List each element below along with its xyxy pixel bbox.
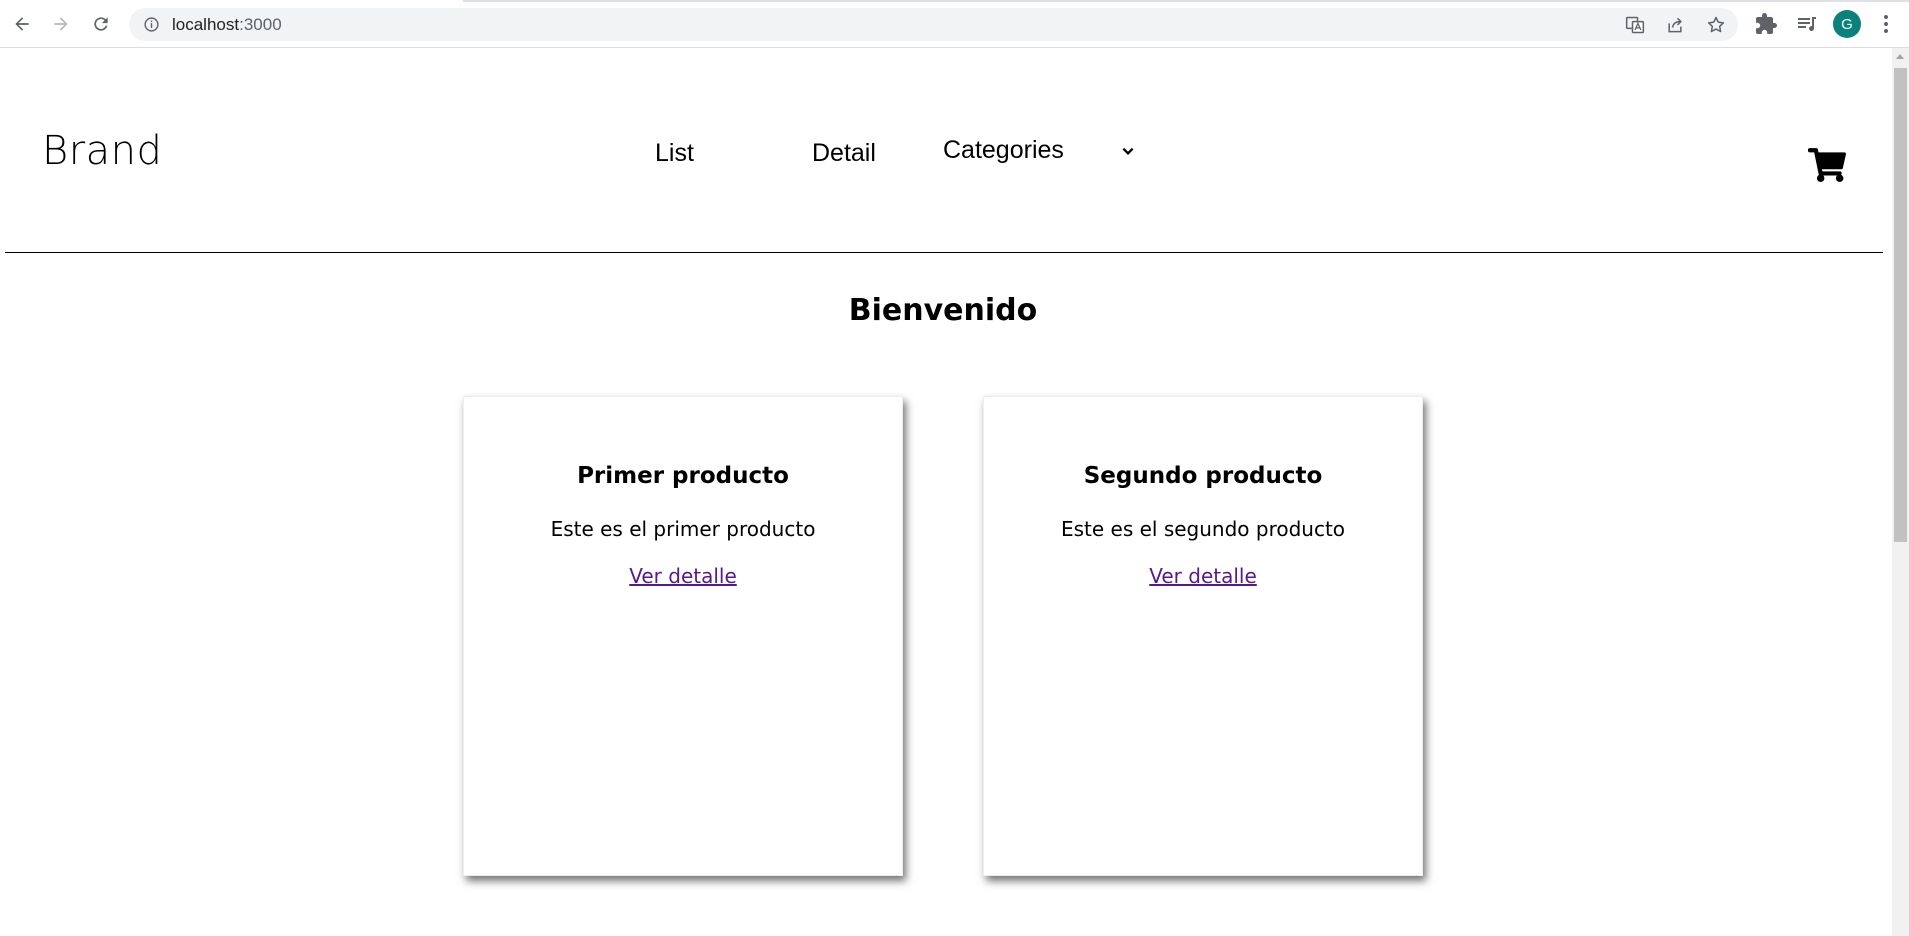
product-card: Segundo producto Este es el segundo prod…: [983, 396, 1423, 876]
view-detail-link[interactable]: Ver detalle: [464, 564, 902, 588]
extensions-icon[interactable]: [1754, 12, 1778, 36]
share-icon[interactable]: [1665, 15, 1685, 35]
categories-select[interactable]: Categories: [943, 136, 1139, 166]
more-menu-icon[interactable]: [1874, 12, 1898, 36]
address-bar[interactable]: localhost:3000: [129, 8, 1738, 41]
tab-strip-edge: [0, 0, 1909, 2]
site-info-icon[interactable]: [143, 16, 160, 33]
media-icon[interactable]: [1795, 12, 1819, 36]
header-divider: [5, 252, 1883, 253]
translate-icon[interactable]: [1625, 15, 1645, 35]
page-title: Bienvenido: [848, 293, 1038, 328]
chevron-down-icon: [1122, 147, 1134, 155]
reload-icon[interactable]: [87, 10, 115, 38]
categories-label: Categories: [943, 136, 1064, 164]
nav-link-list[interactable]: List: [655, 139, 694, 168]
product-description: Este es el segundo producto: [1060, 517, 1346, 541]
url-text: localhost:3000: [172, 15, 282, 35]
scroll-up-arrow[interactable]: [1896, 54, 1904, 59]
product-title: Segundo producto: [1083, 463, 1323, 489]
url-port: :3000: [239, 15, 282, 34]
product-description: Este es el primer producto: [550, 517, 816, 541]
back-icon[interactable]: [8, 10, 36, 38]
cart-icon[interactable]: [1808, 148, 1846, 182]
forward-icon[interactable]: [47, 10, 75, 38]
product-title: Primer producto: [577, 463, 789, 489]
product-card: Primer producto Este es el primer produc…: [463, 396, 903, 876]
browser-toolbar: localhost:3000 G: [0, 0, 1909, 48]
nav-link-detail[interactable]: Detail: [812, 139, 876, 168]
url-host: localhost: [172, 15, 240, 34]
view-detail-link[interactable]: Ver detalle: [984, 564, 1422, 588]
page-scrollbar[interactable]: [1892, 48, 1909, 936]
bookmark-star-icon[interactable]: [1706, 15, 1726, 35]
scrollbar-thumb[interactable]: [1894, 68, 1907, 542]
profile-avatar[interactable]: G: [1833, 10, 1861, 38]
brand-logo[interactable]: Brand: [42, 128, 162, 174]
